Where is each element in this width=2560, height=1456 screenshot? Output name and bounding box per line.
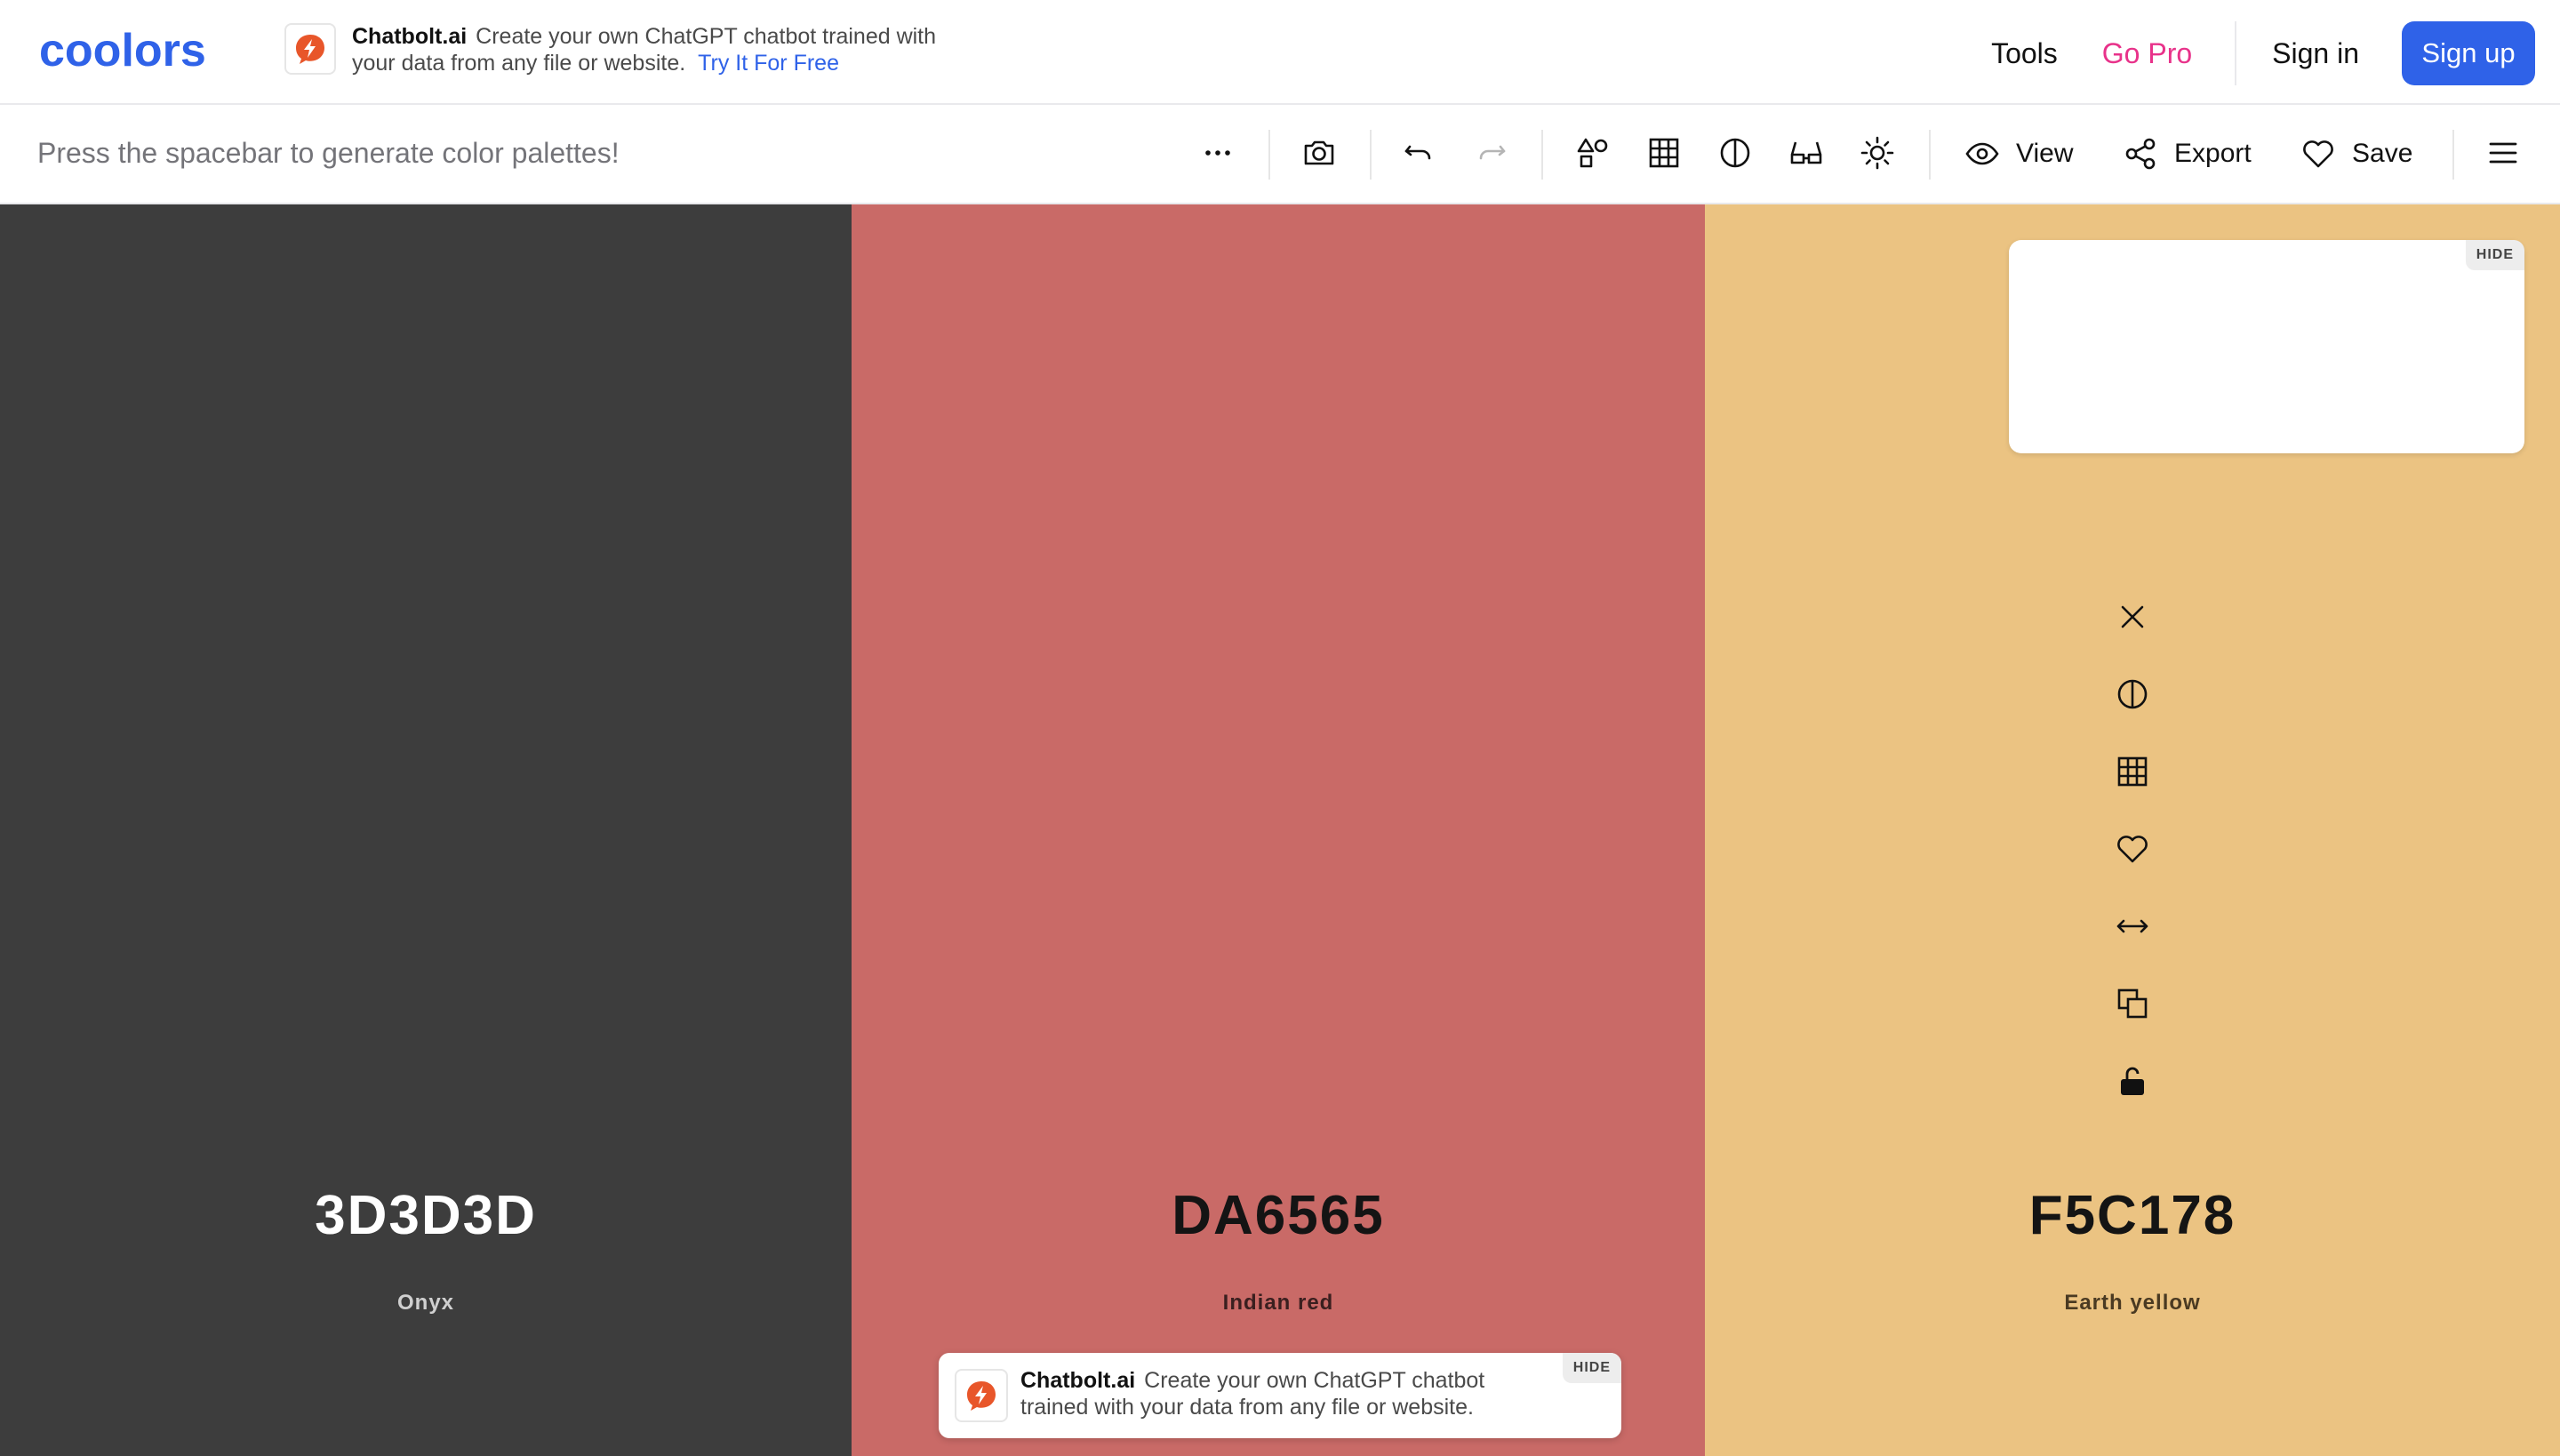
nav-go-pro-link[interactable]: Go Pro	[2102, 37, 2192, 70]
heart-icon[interactable]	[2111, 828, 2154, 870]
view-label: View	[2016, 139, 2074, 168]
color-column[interactable]: 3D3D3D Onyx	[0, 204, 852, 1456]
copy-icon[interactable]	[2111, 982, 2154, 1025]
color-hex-code[interactable]: DA6565	[852, 1184, 1705, 1247]
view-button[interactable]: View	[1964, 132, 2073, 176]
eye-icon	[1965, 142, 1999, 165]
contrast-icon[interactable]	[2111, 673, 2154, 716]
brightness-icon[interactable]	[1858, 133, 1897, 172]
redo-icon[interactable]	[1472, 133, 1511, 172]
toolbar-divider	[1541, 130, 1543, 180]
export-label: Export	[2174, 139, 2252, 168]
toolbar-divider	[1370, 130, 1372, 180]
color-column[interactable]: DA6565 Indian red	[852, 204, 1705, 1456]
camera-icon[interactable]	[1300, 133, 1339, 172]
ad-cta-link[interactable]: Try It For Free	[698, 51, 839, 76]
contrast-icon[interactable]	[1716, 133, 1755, 172]
drag-icon[interactable]	[2111, 905, 2154, 948]
logo-text: coolors	[39, 27, 206, 76]
save-button[interactable]: Save	[2300, 132, 2412, 176]
sign-up-button[interactable]: Sign up	[2402, 21, 2535, 85]
color-name[interactable]: Onyx	[0, 1291, 852, 1316]
hide-ad-button[interactable]: HIDE	[2465, 240, 2524, 270]
shapes-icon[interactable]	[1573, 133, 1612, 172]
grid-icon[interactable]	[2111, 750, 2154, 793]
color-name[interactable]: Earth yellow	[1705, 1291, 2560, 1316]
save-label: Save	[2352, 139, 2413, 168]
nav-divider	[2235, 21, 2237, 85]
glasses-icon[interactable]	[1787, 133, 1826, 172]
side-ad-box[interactable]: HIDE	[2009, 240, 2524, 453]
ad-brand: Chatbolt.ai	[1020, 1368, 1136, 1393]
heart-icon	[2303, 140, 2333, 168]
close-icon[interactable]	[2111, 596, 2154, 638]
undo-icon[interactable]	[1399, 133, 1438, 172]
ad-brand: Chatbolt.ai	[352, 24, 468, 49]
sponsor-ad[interactable]: Chatbolt.ai Create your own ChatGPT chatb…	[284, 23, 974, 76]
lock-open-icon[interactable]	[2111, 1060, 2154, 1102]
more-icon[interactable]	[1198, 133, 1237, 172]
toolbar-hint: Press the spacebar to generate color pal…	[37, 137, 620, 169]
column-toolbar	[1705, 596, 2560, 1137]
ad-copy: Chatbolt.ai Create your own ChatGPT chatb…	[352, 23, 974, 76]
toolbar-divider	[1268, 130, 1270, 180]
sign-in-link[interactable]: Sign in	[2272, 37, 2359, 70]
hamburger-menu-icon[interactable]	[2484, 133, 2523, 172]
share-icon	[2125, 138, 2156, 170]
hide-ad-button[interactable]: HIDE	[1562, 1353, 1621, 1383]
coolors-logo[interactable]: coolors	[39, 27, 244, 76]
color-hex-code[interactable]: 3D3D3D	[0, 1184, 852, 1247]
ad-copy: Chatbolt.ai Create your own ChatGPT chatb…	[1020, 1367, 1518, 1420]
export-button[interactable]: Export	[2123, 132, 2252, 176]
nav-right: Tools Go Pro Sign in Sign up	[1991, 21, 2535, 85]
grid-icon[interactable]	[1644, 133, 1684, 172]
chatbolt-logo-icon	[955, 1369, 1008, 1422]
color-hex-code[interactable]: F5C178	[1705, 1184, 2560, 1247]
chatbolt-logo-icon	[284, 23, 336, 75]
bottom-sponsor-ad[interactable]: Chatbolt.ai Create your own ChatGPT chatb…	[939, 1353, 1621, 1438]
toolbar-divider	[1929, 130, 1931, 180]
palette-toolbar: Press the spacebar to generate color pal…	[0, 105, 2560, 204]
top-navbar: coolors Chatbolt.ai Create your own ChatG…	[0, 0, 2560, 105]
nav-tools-link[interactable]: Tools	[1991, 37, 2058, 70]
toolbar-divider	[2452, 130, 2454, 180]
color-name[interactable]: Indian red	[852, 1291, 1705, 1316]
